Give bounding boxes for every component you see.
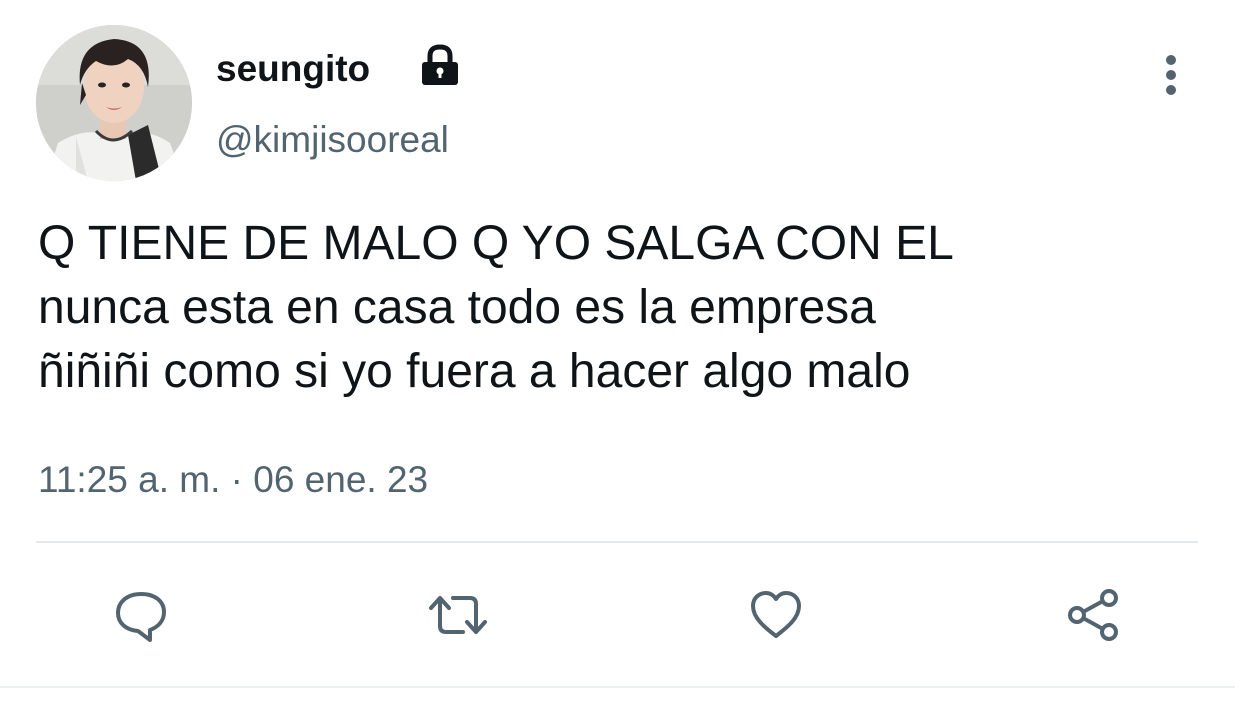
lock-icon <box>416 43 464 87</box>
tweet-timestamp[interactable]: 11:25 a. m. · 06 ene. 23 <box>38 456 428 504</box>
avatar[interactable] <box>36 25 192 181</box>
display-name[interactable]: seungito <box>216 47 370 91</box>
share-icon <box>1068 589 1118 641</box>
user-handle[interactable]: @kimjisooreal <box>216 118 449 162</box>
more-vertical-icon[interactable] <box>1148 50 1194 98</box>
share-button[interactable] <box>1058 580 1128 650</box>
tweet-text-line: nunca esta en casa todo es la empresa <box>38 281 876 334</box>
like-button[interactable] <box>741 580 811 650</box>
divider <box>36 541 1198 543</box>
reply-icon <box>116 592 166 642</box>
divider <box>0 686 1235 688</box>
retweet-button[interactable] <box>423 580 493 650</box>
tweet-text: Q TIENE DE MALO Q YO SALGA CON EL nunca … <box>38 212 1208 404</box>
reply-button[interactable] <box>106 580 176 650</box>
tweet-text-line: ñiñiñi como si yo fuera a hacer algo mal… <box>38 345 911 398</box>
tweet-card: seungito @kimjisooreal Q TIENE DE MALO Q… <box>0 0 1235 705</box>
heart-icon <box>751 591 801 638</box>
avatar-image <box>36 25 192 181</box>
retweet-icon <box>429 596 487 634</box>
tweet-text-line: Q TIENE DE MALO Q YO SALGA CON EL <box>38 217 954 270</box>
